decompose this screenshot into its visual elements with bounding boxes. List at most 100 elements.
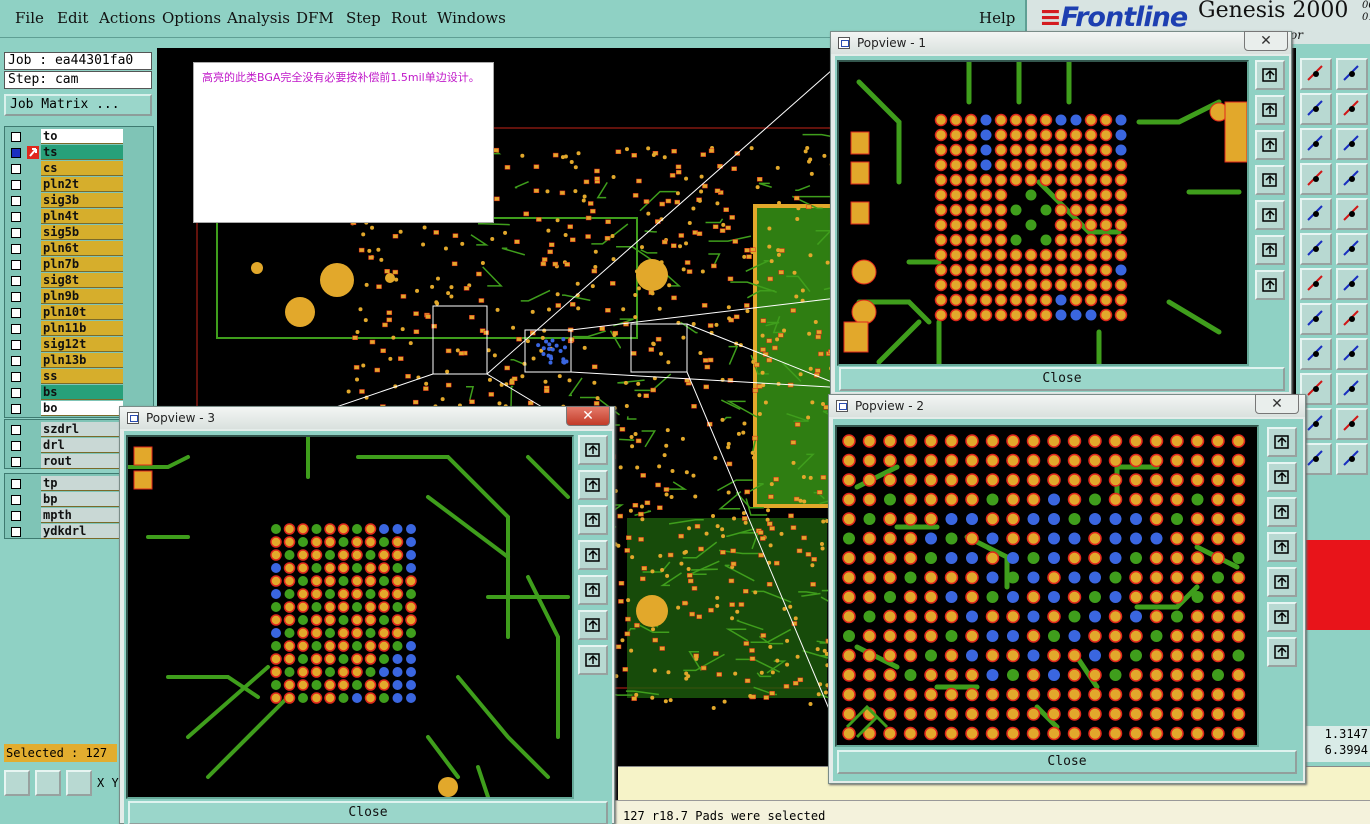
menu-rout[interactable]: Rout — [391, 9, 427, 27]
layer-checkbox[interactable] — [11, 260, 21, 270]
layer-checkbox[interactable] — [11, 244, 21, 254]
popview-2-close-x[interactable]: ✕ — [1255, 394, 1299, 414]
menu-actions[interactable]: Actions — [99, 9, 155, 27]
layer-name[interactable]: szdrl — [41, 422, 123, 437]
layer-name[interactable]: pln4t — [41, 209, 123, 224]
pan-right-button[interactable] — [1255, 200, 1285, 230]
menu-analysis[interactable]: Analysis — [227, 9, 290, 27]
fit-button[interactable] — [578, 610, 608, 640]
layer-checkbox[interactable] — [11, 388, 21, 398]
pan-left-button[interactable] — [578, 540, 608, 570]
layer-row-sig5b[interactable]: sig5b — [5, 225, 153, 241]
tool-button-11[interactable] — [1336, 233, 1368, 265]
layer-name[interactable]: drl — [41, 438, 123, 453]
layer-checkbox[interactable] — [11, 495, 21, 505]
layer-row-sig12t[interactable]: sig12t — [5, 337, 153, 353]
tool-button-16[interactable] — [1300, 338, 1332, 370]
layer-name[interactable]: bp — [41, 492, 123, 507]
menu-dfm[interactable]: DFM — [296, 9, 334, 27]
zoom-home-button[interactable] — [578, 435, 608, 465]
layer-name[interactable]: tp — [41, 476, 123, 491]
layer-name[interactable]: pln6t — [41, 241, 123, 256]
pan-right-button[interactable] — [578, 575, 608, 605]
popview-1-close-button[interactable]: Close — [839, 367, 1285, 391]
layer-checkbox[interactable] — [11, 324, 21, 334]
tool-button-14[interactable] — [1300, 303, 1332, 335]
zoom-out-button[interactable] — [1255, 130, 1285, 160]
fit-button[interactable] — [1255, 235, 1285, 265]
tool-button-15[interactable] — [1336, 303, 1368, 335]
tool-button-7[interactable] — [1336, 163, 1368, 195]
layer-row-ts[interactable]: ts — [5, 145, 153, 161]
menu-file[interactable]: File — [15, 9, 44, 27]
layer-row-pln7b[interactable]: pln7b — [5, 257, 153, 273]
tool-button-3[interactable] — [1336, 93, 1368, 125]
layer-name[interactable]: pln2t — [41, 177, 123, 192]
layer-checkbox[interactable] — [11, 340, 21, 350]
layer-checkbox[interactable] — [11, 164, 21, 174]
layer-name[interactable]: pln13b — [41, 353, 123, 368]
layer-row-ss[interactable]: ss — [5, 369, 153, 385]
layer-row-pln4t[interactable]: pln4t — [5, 209, 153, 225]
layer-row-pln9b[interactable]: pln9b — [5, 289, 153, 305]
layer-checkbox[interactable] — [11, 228, 21, 238]
tool-button-4[interactable] — [1300, 128, 1332, 160]
layer-name[interactable]: ts — [41, 145, 123, 160]
step-field[interactable]: Step: cam — [4, 71, 152, 89]
tool-button-6[interactable] — [1300, 163, 1332, 195]
tool-button-19[interactable] — [1336, 373, 1368, 405]
tool-button-8[interactable] — [1300, 198, 1332, 230]
layer-row-sig3b[interactable]: sig3b — [5, 193, 153, 209]
layer-name[interactable]: mpth — [41, 508, 123, 523]
layer-name[interactable]: ss — [41, 369, 123, 384]
zoom-home-button[interactable] — [1255, 60, 1285, 90]
tool-button-5[interactable] — [1336, 128, 1368, 160]
layer-checkbox[interactable] — [11, 511, 21, 521]
layer-checkbox[interactable] — [11, 212, 21, 222]
popview-1-view[interactable] — [837, 60, 1249, 366]
tool-button-21[interactable] — [1336, 408, 1368, 440]
layer-checkbox[interactable] — [11, 308, 21, 318]
pan-right-button[interactable] — [1267, 567, 1297, 597]
zoom-in-button[interactable] — [1267, 462, 1297, 492]
popview-2-close-button[interactable]: Close — [837, 750, 1297, 774]
layer-name[interactable]: pln11b — [41, 321, 123, 336]
layer-row-pln2t[interactable]: pln2t — [5, 177, 153, 193]
layer-row-pln11b[interactable]: pln11b — [5, 321, 153, 337]
layer-checkbox[interactable] — [11, 276, 21, 286]
layer-name[interactable]: rout — [41, 454, 123, 469]
layer-name[interactable]: pln10t — [41, 305, 123, 320]
tool-button-17[interactable] — [1336, 338, 1368, 370]
center-button[interactable] — [578, 645, 608, 675]
tool-button-10[interactable] — [1300, 233, 1332, 265]
layer-row-pln6t[interactable]: pln6t — [5, 241, 153, 257]
layer-name[interactable]: sig3b — [41, 193, 123, 208]
zoom-out-button[interactable] — [578, 505, 608, 535]
layer-row-pln10t[interactable]: pln10t — [5, 305, 153, 321]
popview-3-close-x[interactable]: ✕ — [566, 406, 610, 426]
layer-checkbox[interactable] — [11, 148, 21, 158]
layer-checkbox[interactable] — [11, 479, 21, 489]
layer-checkbox[interactable] — [11, 356, 21, 366]
popview-3-close-button[interactable]: Close — [128, 801, 608, 824]
layer-checkbox[interactable] — [11, 441, 21, 451]
popview-2-titlebar[interactable]: Popview - 2 — [829, 395, 1305, 417]
zoom-in-button[interactable] — [578, 470, 608, 500]
layer-row-bs[interactable]: bs — [5, 385, 153, 401]
menu-options[interactable]: Options — [162, 9, 221, 27]
tool-button-9[interactable] — [1336, 198, 1368, 230]
tool-button-12[interactable] — [1300, 268, 1332, 300]
layer-checkbox[interactable] — [11, 457, 21, 467]
layer-checkbox[interactable] — [11, 372, 21, 382]
layer-checkbox[interactable] — [11, 196, 21, 206]
popview-1-close-x[interactable]: ✕ — [1244, 31, 1288, 51]
center-button[interactable] — [1267, 637, 1297, 667]
popview-2-view[interactable] — [835, 425, 1259, 747]
pan-left-button[interactable] — [1255, 165, 1285, 195]
layer-name[interactable]: pln9b — [41, 289, 123, 304]
center-button[interactable] — [1255, 270, 1285, 300]
layer-checkbox[interactable] — [11, 180, 21, 190]
zoom-home-button[interactable] — [1267, 427, 1297, 457]
layer-checkbox[interactable] — [11, 404, 21, 414]
layer-name[interactable]: ydkdrl — [41, 524, 123, 539]
